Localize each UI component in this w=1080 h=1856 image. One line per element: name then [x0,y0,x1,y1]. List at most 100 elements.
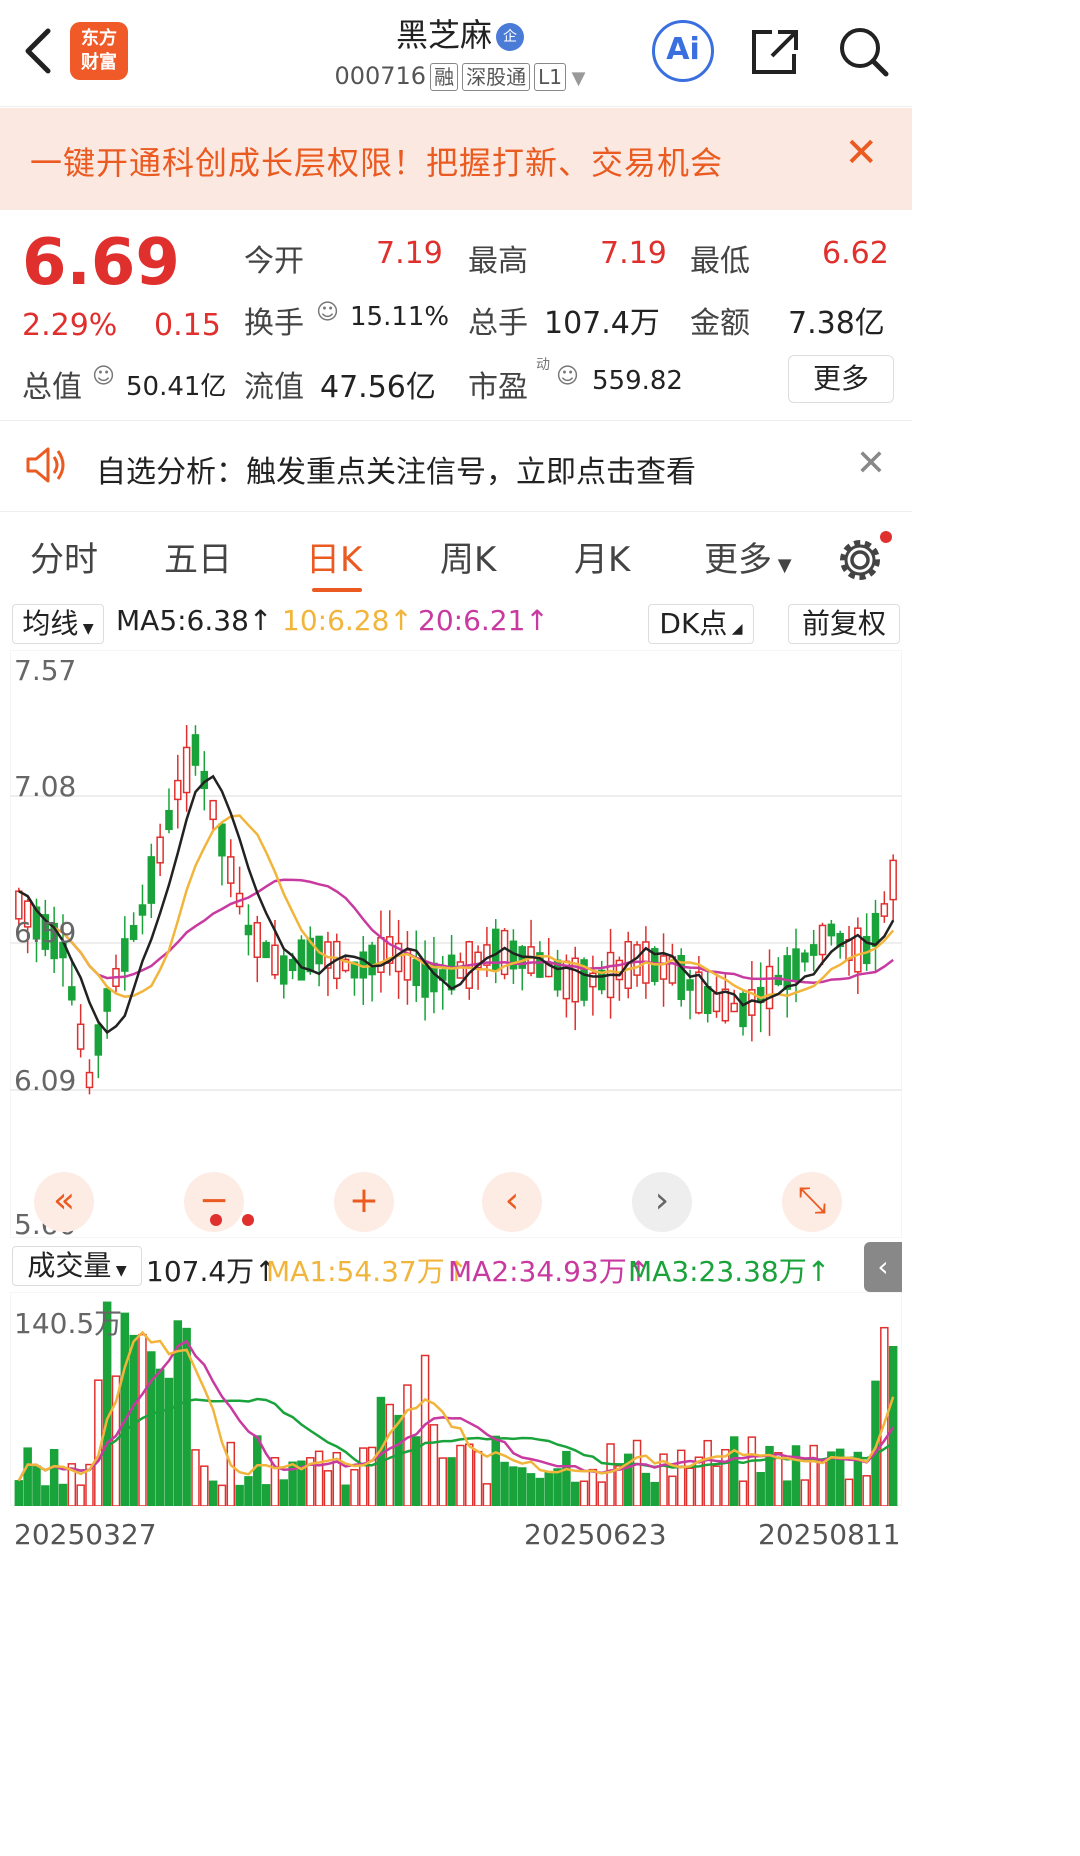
search-icon[interactable] [836,24,892,84]
tab-monthly-k[interactable]: 月K [574,532,630,581]
volume-bar [641,1472,651,1506]
volume-bar [226,1441,236,1506]
volume-bar [464,1443,474,1506]
volume-bar [721,1448,730,1506]
candle-body [659,955,668,980]
analysis-text[interactable]: 自选分析：触发重点关注信号，立即点击查看 [96,447,696,491]
kline-chart[interactable] [10,650,902,1238]
turnover-label: 换手 [244,306,304,341]
volume-bar [438,1457,448,1506]
volume-bar [818,1461,827,1506]
candle-body [712,992,721,1013]
volume-bar [729,1436,739,1506]
volume-bar [208,1480,218,1506]
zoom-in-button[interactable]: + [334,1172,394,1232]
tab-more[interactable]: 更多 ▼ [704,532,792,581]
volume-bar [535,1477,545,1506]
close-icon[interactable]: ✕ [856,443,886,484]
high-value: 7.19 [600,236,667,271]
volume-bar [447,1457,456,1506]
dk-point-button[interactable]: DK点 ◢ [648,604,754,644]
share-icon[interactable] [748,26,802,82]
ai-button[interactable]: Ai [652,20,714,82]
volume-bar [747,1436,757,1506]
volume-bar [200,1465,209,1506]
info-icon[interactable]: ☺ [92,364,115,389]
collapse-button[interactable]: ‹ [864,1242,902,1292]
volume-bar [703,1439,712,1506]
candle-body [818,924,827,956]
volume-bar [473,1450,483,1506]
stock-name: 黑芝麻企 [300,10,620,56]
candle-body [527,946,535,974]
candle-body [739,992,747,1028]
vol-ma3: MA3:23.38万↑ [628,1255,831,1288]
candle-body [94,1024,103,1056]
candle-body [271,944,279,976]
volume-bar [403,1384,412,1506]
volume-bar [544,1471,553,1506]
candle-body [412,958,421,987]
volume-chart[interactable] [10,1292,902,1506]
info-icon[interactable]: ☺ [316,300,339,325]
back-icon[interactable] [18,26,58,76]
next-button[interactable]: › [632,1172,692,1232]
candle-body [280,955,288,985]
candle-body [165,809,173,831]
candle-body [377,937,385,973]
prev-button[interactable]: ‹ [482,1172,542,1232]
tab-five-day[interactable]: 五日 [164,532,232,581]
info-icon[interactable]: ☺ [556,364,579,389]
volume-indicator-select[interactable]: 成交量 ▼ [12,1246,142,1286]
volume-bar [562,1450,571,1506]
candle-body [827,923,836,937]
close-icon[interactable]: ✕ [844,130,878,176]
dropdown-icon: ▼ [772,555,792,576]
y-axis-label: 7.08 [14,770,77,803]
volume-bar [782,1480,792,1506]
promo-banner[interactable]: 一键开通科创成长层权限！把握打新、交易机会 ✕ [0,108,912,210]
candle-body [765,965,774,1010]
candle-body [147,856,156,904]
candle-body [15,890,23,920]
candle-body [880,903,889,917]
fullscreen-button[interactable]: ⤡ [782,1172,842,1232]
high-label: 最高 [468,244,528,279]
volume-label: 总手 [468,306,528,341]
candle-body [121,938,129,972]
volume-bar [509,1466,518,1506]
volume-bar [49,1449,59,1506]
settings-icon[interactable] [836,530,892,590]
candle-body [227,856,235,884]
promo-text[interactable]: 一键开通科创成长层权限！把握打新、交易机会 [30,138,723,184]
candle-body [456,961,465,979]
dropdown-icon[interactable]: ▼ [566,68,586,89]
candle-body [129,925,138,940]
rewind-button[interactable]: « [34,1172,94,1232]
volume-bar [76,1484,85,1506]
stock-code-line: 000716 融深股通 L1 ▼ [300,62,620,91]
y-axis-label: 6.59 [14,916,77,949]
tab-intraday[interactable]: 分时 [30,532,98,581]
analysis-bar[interactable]: 自选分析：触发重点关注信号，立即点击查看 ✕ [0,420,912,512]
volume-bar [164,1377,174,1506]
candle-body [421,962,429,998]
tab-weekly-k[interactable]: 周K [440,532,496,581]
volume-bar [632,1439,642,1506]
ma5-value: MA5:6.38↑ [116,604,273,637]
candle-body [156,836,164,864]
adjust-button[interactable]: 前复权 [788,604,900,644]
candle-body [368,944,376,976]
tab-daily-k[interactable]: 日K [306,532,362,581]
volume-bar [712,1465,721,1506]
volume-bar [323,1470,333,1506]
level-tag[interactable]: L1 [534,63,566,91]
indicator-select[interactable]: 均线 ▼ [12,604,104,644]
candle-body [686,979,694,991]
volume-bar [314,1450,324,1506]
amount-value: 7.38亿 [788,306,885,341]
more-button[interactable]: 更多 [788,355,894,403]
mktcap-label: 总值 [22,370,82,405]
open-label: 今开 [244,244,304,279]
page-dot [242,1214,254,1226]
